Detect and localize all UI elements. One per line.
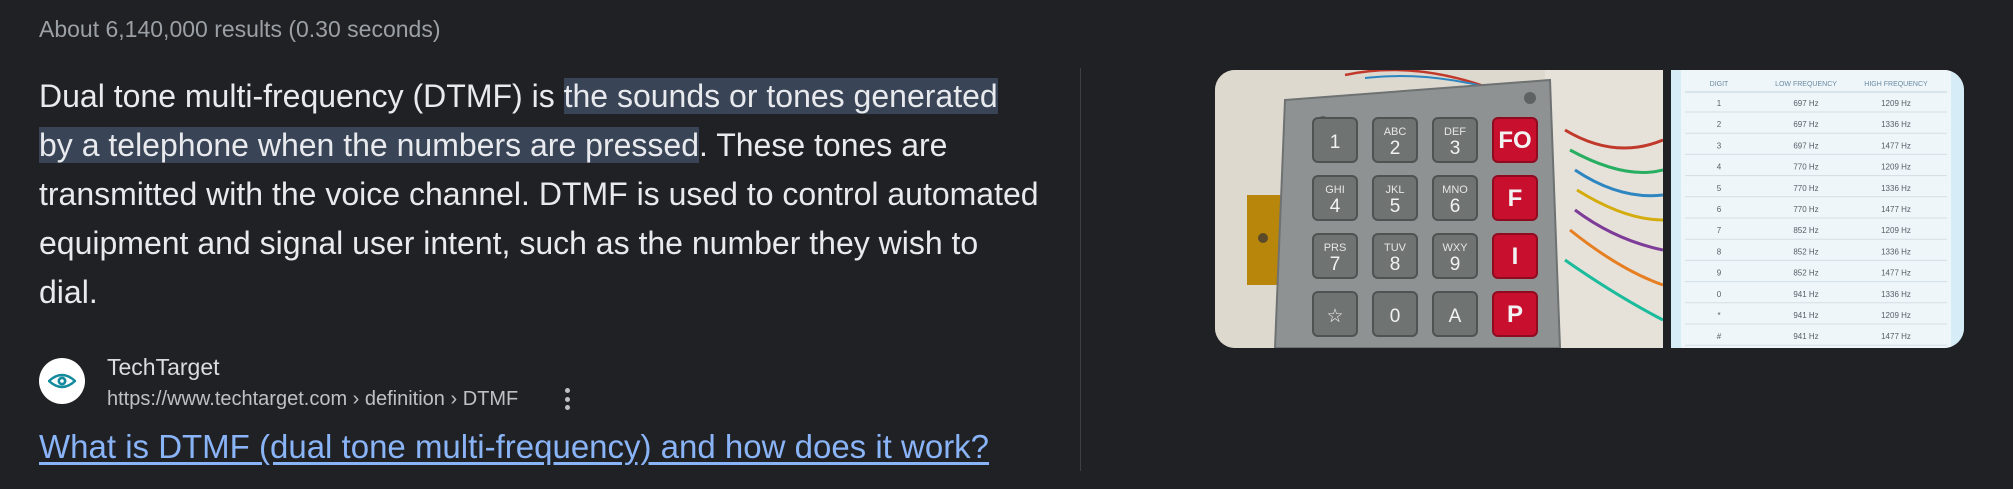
table-cell: 770 Hz xyxy=(1793,184,1818,193)
table-cell: 1477 Hz xyxy=(1881,205,1911,214)
keypad-key: GHI4 xyxy=(1312,175,1358,221)
svg-text:I: I xyxy=(1512,243,1519,270)
keypad-key: WXY9 xyxy=(1432,233,1478,279)
svg-text:4: 4 xyxy=(1330,196,1341,217)
table-cell: 770 Hz xyxy=(1793,163,1818,172)
keypad-key: PRS7 xyxy=(1312,233,1358,279)
table-cell: 1477 Hz xyxy=(1881,269,1911,278)
keypad-key: P xyxy=(1492,291,1538,337)
svg-text:2: 2 xyxy=(1390,138,1401,159)
table-cell: 1477 Hz xyxy=(1881,332,1911,341)
table-header: DIGIT xyxy=(1710,81,1729,88)
svg-text:A: A xyxy=(1449,306,1462,327)
svg-text:WXY: WXY xyxy=(1442,242,1468,254)
svg-text:6: 6 xyxy=(1450,196,1461,217)
table-header: HIGH FREQUENCY xyxy=(1864,81,1928,88)
svg-text:5: 5 xyxy=(1390,196,1401,217)
dtmf-frequency-table-image[interactable]: DIGIT LOW FREQUENCY HIGH FREQUENCY 1 697 Hz 1… xyxy=(1671,70,1964,348)
table-cell: 1209 Hz xyxy=(1881,99,1911,108)
table-cell: 7 xyxy=(1717,226,1722,235)
svg-text:9: 9 xyxy=(1450,254,1461,275)
table-cell: 1477 Hz xyxy=(1881,141,1911,150)
keypad-key: ABC2 xyxy=(1372,117,1418,163)
svg-text:0: 0 xyxy=(1390,306,1401,327)
result-title-link[interactable]: What is DTMF (dual tone multi-frequency)… xyxy=(39,428,989,466)
source-attribution[interactable]: TechTarget https://www.techtarget.com › … xyxy=(39,350,1059,410)
table-cell: 1336 Hz xyxy=(1881,184,1911,193)
table-cell: 697 Hz xyxy=(1793,99,1818,108)
table-cell: 697 Hz xyxy=(1793,120,1818,129)
svg-text:8: 8 xyxy=(1390,254,1401,275)
result-stats: About 6,140,000 results (0.30 seconds) xyxy=(39,16,441,42)
svg-text:MNO: MNO xyxy=(1442,184,1468,196)
svg-text:7: 7 xyxy=(1330,254,1341,275)
table-cell: * xyxy=(1717,311,1720,320)
site-name[interactable]: TechTarget xyxy=(107,354,220,381)
table-cell: 3 xyxy=(1717,141,1722,150)
table-cell: 852 Hz xyxy=(1793,226,1818,235)
table-cell: 1209 Hz xyxy=(1881,226,1911,235)
more-options-icon[interactable] xyxy=(557,386,577,412)
svg-text:P: P xyxy=(1507,301,1523,328)
table-cell: 5 xyxy=(1717,184,1722,193)
keypad-key: F xyxy=(1492,175,1538,221)
table-cell: 2 xyxy=(1717,120,1722,129)
table-cell: 6 xyxy=(1717,205,1722,214)
table-cell: 852 Hz xyxy=(1793,247,1818,256)
svg-text:1: 1 xyxy=(1330,132,1341,153)
table-cell: 8 xyxy=(1717,247,1722,256)
snippet-text-part1: Dual tone multi-frequency (DTMF) is xyxy=(39,78,564,114)
keypad-key: 1 xyxy=(1312,117,1358,163)
table-cell: 1336 Hz xyxy=(1881,290,1911,299)
table-cell: 852 Hz xyxy=(1793,269,1818,278)
table-cell: 1209 Hz xyxy=(1881,311,1911,320)
svg-text:GHI: GHI xyxy=(1325,184,1345,196)
table-cell: 941 Hz xyxy=(1793,290,1818,299)
table-cell: 1336 Hz xyxy=(1881,247,1911,256)
svg-text:3: 3 xyxy=(1450,138,1461,159)
keypad-key: MNO6 xyxy=(1432,175,1478,221)
table-cell: 4 xyxy=(1717,163,1722,172)
svg-text:TUV: TUV xyxy=(1384,242,1407,254)
table-cell: 9 xyxy=(1717,269,1722,278)
table-cell: 0 xyxy=(1717,290,1722,299)
keypad-image[interactable]: 1 ABC 2 DEF 3 FO GHI 4 JKL 5 MNO 6 F PRS 7 TUV 8 WXY 9 I ☆ 0 A… xyxy=(1215,70,1663,348)
keypad-key: ☆ xyxy=(1312,291,1358,337)
keypad-key: I xyxy=(1492,233,1538,279)
divider xyxy=(1080,68,1081,471)
keypad-key: DEF3 xyxy=(1432,117,1478,163)
keypad-key: TUV8 xyxy=(1372,233,1418,279)
table-cell: 941 Hz xyxy=(1793,332,1818,341)
featured-snippet-text: Dual tone multi-frequency (DTMF) is the … xyxy=(39,72,1039,317)
keypad-key: JKL5 xyxy=(1372,175,1418,221)
svg-text:FO: FO xyxy=(1498,127,1531,154)
keypad-key: FO xyxy=(1492,117,1538,163)
svg-text:ABC: ABC xyxy=(1384,126,1407,138)
table-header: LOW FREQUENCY xyxy=(1775,81,1837,88)
svg-text:DEF: DEF xyxy=(1444,126,1466,138)
svg-text:PRS: PRS xyxy=(1324,242,1347,254)
table-cell: 941 Hz xyxy=(1793,311,1818,320)
table-cell: 770 Hz xyxy=(1793,205,1818,214)
table-cell: 1336 Hz xyxy=(1881,120,1911,129)
table-cell: 1 xyxy=(1717,99,1722,108)
svg-text:F: F xyxy=(1508,185,1523,212)
svg-text:JKL: JKL xyxy=(1386,184,1405,196)
table-cell: # xyxy=(1717,332,1722,341)
keypad-key: A xyxy=(1432,291,1478,337)
table-cell: 697 Hz xyxy=(1793,141,1818,150)
keypad-key: 0 xyxy=(1372,291,1418,337)
site-url[interactable]: https://www.techtarget.com › definition … xyxy=(107,388,518,411)
svg-text:☆: ☆ xyxy=(1326,306,1343,327)
eye-icon xyxy=(39,358,85,404)
table-cell: 1209 Hz xyxy=(1881,163,1911,172)
